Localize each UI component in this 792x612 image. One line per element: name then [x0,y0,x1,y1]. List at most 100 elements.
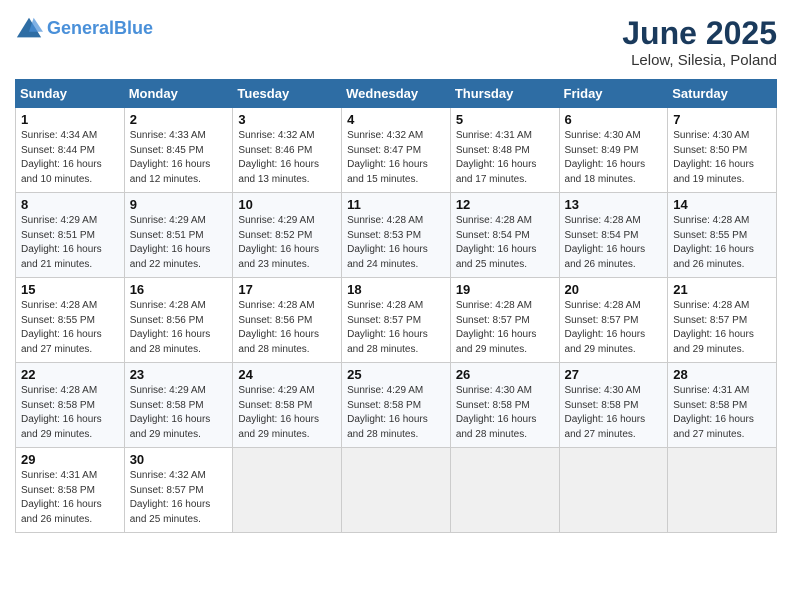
weekday-header: Thursday [450,80,559,108]
logo-text: GeneralBlue [47,19,153,39]
calendar-cell: 28Sunrise: 4:31 AMSunset: 8:58 PMDayligh… [668,363,777,448]
day-number: 18 [347,282,445,297]
calendar-cell: 22 Sunrise: 4:28 AMSunset: 8:58 PMDayligh… [16,363,125,448]
calendar-week-row: 22 Sunrise: 4:28 AMSunset: 8:58 PMDayligh… [16,363,777,448]
calendar-cell: 23 Sunrise: 4:29 AMSunset: 8:58 PMDayligh… [124,363,233,448]
day-number: 13 [565,197,663,212]
day-info: Sunrise: 4:29 AMSunset: 8:58 PMDaylight:… [238,384,336,442]
calendar-cell: 10 Sunrise: 4:29 AMSunset: 8:52 PMDayligh… [233,193,342,278]
day-number: 25 [347,367,445,382]
day-number: 30 [130,452,228,467]
calendar-cell: 29Sunrise: 4:31 AMSunset: 8:58 PMDayligh… [16,448,125,533]
day-number: 6 [565,112,663,127]
day-info: Sunrise: 4:28 AMSunset: 8:55 PMDaylight:… [673,214,771,272]
day-info: Sunrise: 4:28 AMSunset: 8:56 PMDaylight:… [238,299,336,357]
day-info: Sunrise: 4:33 AMSunset: 8:45 PMDaylight:… [130,129,228,187]
day-info: Sunrise: 4:29 AMSunset: 8:58 PMDaylight:… [347,384,445,442]
day-info: Sunrise: 4:30 AMSunset: 8:58 PMDaylight:… [456,384,554,442]
day-info: Sunrise: 4:28 AMSunset: 8:57 PMDaylight:… [673,299,771,357]
day-number: 23 [130,367,228,382]
day-number: 24 [238,367,336,382]
day-info: Sunrise: 4:34 AMSunset: 8:44 PMDaylight:… [21,129,119,187]
month-title: June 2025 [622,15,777,52]
calendar-cell: 14 Sunrise: 4:28 AMSunset: 8:55 PMDayligh… [668,193,777,278]
day-number: 2 [130,112,228,127]
weekday-header: Monday [124,80,233,108]
calendar-cell [233,448,342,533]
weekday-header: Wednesday [342,80,451,108]
calendar-cell [668,448,777,533]
day-info: Sunrise: 4:28 AMSunset: 8:57 PMDaylight:… [347,299,445,357]
day-info: Sunrise: 4:28 AMSunset: 8:57 PMDaylight:… [456,299,554,357]
logo-line1: General [47,18,114,38]
day-info: Sunrise: 4:28 AMSunset: 8:56 PMDaylight:… [130,299,228,357]
page-header: GeneralBlue June 2025 Lelow, Silesia, Po… [15,15,777,69]
calendar-cell: 27Sunrise: 4:30 AMSunset: 8:58 PMDayligh… [559,363,668,448]
day-info: Sunrise: 4:31 AMSunset: 8:58 PMDaylight:… [21,469,119,527]
day-number: 26 [456,367,554,382]
calendar-cell: 6 Sunrise: 4:30 AMSunset: 8:49 PMDaylight… [559,108,668,193]
day-number: 12 [456,197,554,212]
calendar-cell: 17 Sunrise: 4:28 AMSunset: 8:56 PMDayligh… [233,278,342,363]
calendar-week-row: 1 Sunrise: 4:34 AMSunset: 8:44 PMDaylight… [16,108,777,193]
calendar-cell: 3 Sunrise: 4:32 AMSunset: 8:46 PMDaylight… [233,108,342,193]
day-number: 1 [21,112,119,127]
calendar-week-row: 8 Sunrise: 4:29 AMSunset: 8:51 PMDaylight… [16,193,777,278]
day-info: Sunrise: 4:32 AMSunset: 8:57 PMDaylight:… [130,469,228,527]
calendar-cell [342,448,451,533]
day-info: Sunrise: 4:32 AMSunset: 8:47 PMDaylight:… [347,129,445,187]
day-number: 8 [21,197,119,212]
weekday-header: Sunday [16,80,125,108]
day-number: 4 [347,112,445,127]
calendar-cell: 30 Sunrise: 4:32 AMSunset: 8:57 PMDayligh… [124,448,233,533]
calendar-cell: 7 Sunrise: 4:30 AMSunset: 8:50 PMDaylight… [668,108,777,193]
day-info: Sunrise: 4:32 AMSunset: 8:46 PMDaylight:… [238,129,336,187]
calendar-cell: 13 Sunrise: 4:28 AMSunset: 8:54 PMDayligh… [559,193,668,278]
calendar-cell: 12 Sunrise: 4:28 AMSunset: 8:54 PMDayligh… [450,193,559,278]
day-number: 11 [347,197,445,212]
day-number: 15 [21,282,119,297]
calendar-cell: 5 Sunrise: 4:31 AMSunset: 8:48 PMDaylight… [450,108,559,193]
day-info: Sunrise: 4:28 AMSunset: 8:53 PMDaylight:… [347,214,445,272]
day-number: 10 [238,197,336,212]
day-number: 22 [21,367,119,382]
day-number: 21 [673,282,771,297]
day-info: Sunrise: 4:28 AMSunset: 8:57 PMDaylight:… [565,299,663,357]
day-info: Sunrise: 4:29 AMSunset: 8:51 PMDaylight:… [130,214,228,272]
day-number: 5 [456,112,554,127]
day-number: 28 [673,367,771,382]
day-number: 7 [673,112,771,127]
calendar-cell: 15 Sunrise: 4:28 AMSunset: 8:55 PMDayligh… [16,278,125,363]
logo: GeneralBlue [15,15,153,43]
calendar-cell: 20Sunrise: 4:28 AMSunset: 8:57 PMDayligh… [559,278,668,363]
day-number: 17 [238,282,336,297]
day-info: Sunrise: 4:29 AMSunset: 8:58 PMDaylight:… [130,384,228,442]
day-number: 9 [130,197,228,212]
calendar-cell: 21 Sunrise: 4:28 AMSunset: 8:57 PMDayligh… [668,278,777,363]
calendar-cell: 11 Sunrise: 4:28 AMSunset: 8:53 PMDayligh… [342,193,451,278]
calendar-cell: 25 Sunrise: 4:29 AMSunset: 8:58 PMDayligh… [342,363,451,448]
calendar-cell: 24 Sunrise: 4:29 AMSunset: 8:58 PMDayligh… [233,363,342,448]
day-info: Sunrise: 4:28 AMSunset: 8:54 PMDaylight:… [565,214,663,272]
calendar-week-row: 15 Sunrise: 4:28 AMSunset: 8:55 PMDayligh… [16,278,777,363]
weekday-header: Friday [559,80,668,108]
day-number: 19 [456,282,554,297]
calendar-cell: 1 Sunrise: 4:34 AMSunset: 8:44 PMDaylight… [16,108,125,193]
weekday-header: Saturday [668,80,777,108]
calendar-cell: 4 Sunrise: 4:32 AMSunset: 8:47 PMDaylight… [342,108,451,193]
calendar-table: SundayMondayTuesdayWednesdayThursdayFrid… [15,79,777,533]
day-number: 3 [238,112,336,127]
day-info: Sunrise: 4:29 AMSunset: 8:52 PMDaylight:… [238,214,336,272]
day-number: 27 [565,367,663,382]
calendar-cell [559,448,668,533]
day-info: Sunrise: 4:28 AMSunset: 8:54 PMDaylight:… [456,214,554,272]
calendar-cell: 2 Sunrise: 4:33 AMSunset: 8:45 PMDaylight… [124,108,233,193]
day-info: Sunrise: 4:31 AMSunset: 8:48 PMDaylight:… [456,129,554,187]
day-number: 14 [673,197,771,212]
location: Lelow, Silesia, Poland [622,52,777,69]
day-info: Sunrise: 4:29 AMSunset: 8:51 PMDaylight:… [21,214,119,272]
day-info: Sunrise: 4:28 AMSunset: 8:55 PMDaylight:… [21,299,119,357]
day-info: Sunrise: 4:30 AMSunset: 8:49 PMDaylight:… [565,129,663,187]
day-info: Sunrise: 4:30 AMSunset: 8:50 PMDaylight:… [673,129,771,187]
day-info: Sunrise: 4:28 AMSunset: 8:58 PMDaylight:… [21,384,119,442]
